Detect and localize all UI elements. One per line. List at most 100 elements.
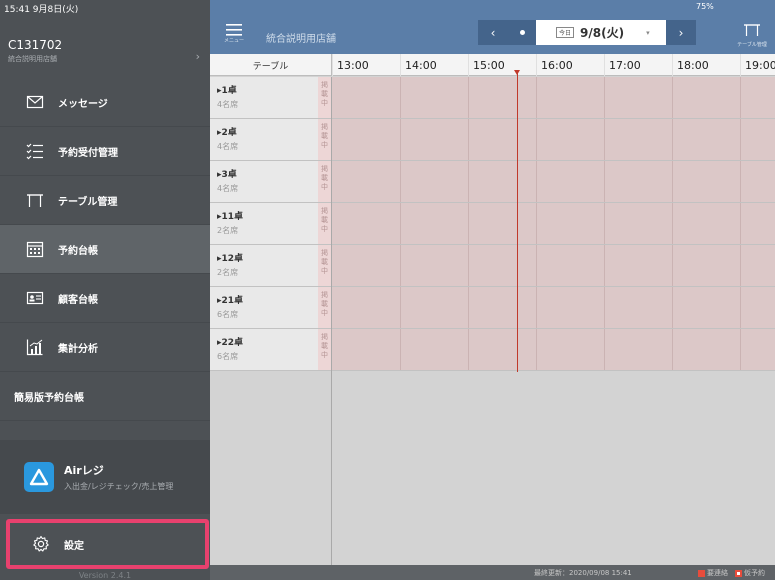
hour-gridline: [468, 245, 469, 286]
menu-caption: メニュー: [223, 38, 244, 44]
hour-gridline: [604, 77, 605, 118]
hour-gridline: [672, 287, 673, 328]
sidebar-item-message[interactable]: メッセージ: [0, 78, 210, 127]
table-row-label[interactable]: ▸3卓 4名席: [210, 161, 318, 202]
settings-button[interactable]: 設定: [6, 519, 209, 569]
hour-gridline: [604, 203, 605, 244]
menu-button[interactable]: メニュー: [222, 24, 246, 50]
sidebar-nav: メッセージ 予約受付管理 テーブル管理 予約台帳 顧客台帳 集計分析 簡易版予約…: [0, 78, 210, 421]
hour-gridline: [740, 161, 741, 202]
legend-label: 要連絡: [707, 569, 728, 577]
timeline-track[interactable]: [332, 287, 775, 328]
status-bar-battery: 75%: [696, 2, 714, 11]
current-time-line: [517, 70, 518, 372]
dot-icon: [519, 30, 525, 35]
table-row-label[interactable]: ▸22卓 6名席: [210, 329, 318, 370]
table-seats: 2名席: [217, 268, 239, 277]
sidebar-item-label: 予約台帳: [58, 245, 98, 257]
timeline-track[interactable]: [332, 203, 775, 244]
legend-label: 仮予約: [744, 569, 765, 577]
hour-gridline: [672, 119, 673, 160]
table-row: ▸21卓 6名席 掲載中: [210, 287, 775, 329]
timeline-track[interactable]: [332, 245, 775, 286]
table-name: ▸21卓: [217, 296, 244, 306]
timeline-track[interactable]: [332, 119, 775, 160]
table-seats: 6名席: [217, 310, 239, 319]
hour-gridline: [400, 245, 401, 286]
hour-gridline: [468, 161, 469, 202]
timeline-track[interactable]: [332, 77, 775, 118]
hour-gridline: [604, 245, 605, 286]
hour-label: 17:00: [604, 54, 672, 76]
hour-gridline: [740, 287, 741, 328]
table-row-label[interactable]: ▸2卓 4名席: [210, 119, 318, 160]
hour-gridline: [536, 77, 537, 118]
sidebar-item-label: 予約受付管理: [58, 147, 118, 159]
hour-gridline: [536, 329, 537, 370]
last-update-text: 最終更新：2020/09/08 15:41: [534, 569, 632, 577]
today-dot-button[interactable]: [508, 20, 536, 45]
hour-gridline: [740, 245, 741, 286]
hour-gridline: [468, 203, 469, 244]
hour-label: 18:00: [672, 54, 740, 76]
hour-gridline: [468, 119, 469, 160]
hamburger-icon: [226, 24, 242, 36]
next-day-button[interactable]: ›: [666, 20, 696, 45]
sidebar-item-simple-ledger[interactable]: 簡易版予約台帳: [0, 372, 210, 421]
hour-label: 15:00: [468, 54, 536, 76]
today-badge: 今日: [556, 27, 575, 38]
sidebar-item-reservation-reception[interactable]: 予約受付管理: [0, 127, 210, 176]
prev-day-button[interactable]: ‹: [478, 20, 508, 45]
sidebar-item-label: 集計分析: [58, 343, 98, 355]
current-date: 9/8(火): [580, 26, 625, 40]
airregi-title: Airレジ: [64, 464, 104, 477]
table-row: ▸22卓 6名席 掲載中: [210, 329, 775, 371]
table-seats: 6名席: [217, 352, 239, 361]
sidebar-item-analytics[interactable]: 集計分析: [0, 323, 210, 372]
table-seats: 4名席: [217, 100, 239, 109]
airregi-link[interactable]: Airレジ 入出金/レジチェック/売上管理: [0, 440, 210, 514]
sidebar-item-customer-ledger[interactable]: 顧客台帳: [0, 274, 210, 323]
timeline-track[interactable]: [332, 161, 775, 202]
table-name: ▸2卓: [217, 128, 237, 138]
hour-gridline: [604, 329, 605, 370]
account-switcher[interactable]: C131702 統合説明用店舗 ›: [0, 18, 210, 68]
table-name: ▸22卓: [217, 338, 244, 348]
listing-status: 掲載中: [318, 161, 332, 202]
table-rows: ▸1卓 4名席 掲載中 ▸2卓 4名席 掲載中 ▸3卓 4名席 掲載中 ▸11卓…: [210, 77, 775, 371]
sidebar-item-reservation-ledger[interactable]: 予約台帳: [0, 225, 210, 274]
table-row-label[interactable]: ▸1卓 4名席: [210, 77, 318, 118]
status-bar-time: 15:41 9月8日(火): [4, 5, 79, 15]
table-seats: 4名席: [217, 142, 239, 151]
hour-gridline: [672, 329, 673, 370]
legend-contact-required: 要連絡: [698, 568, 728, 578]
table-row-label[interactable]: ▸21卓 6名席: [210, 287, 318, 328]
hour-gridline: [672, 77, 673, 118]
account-id: C131702: [8, 38, 63, 52]
header-shop-name: 統合説明用店舗: [266, 34, 336, 45]
table-management-button[interactable]: テーブル管理: [732, 22, 772, 48]
timeline-track[interactable]: [332, 329, 775, 370]
table-row-label[interactable]: ▸11卓 2名席: [210, 203, 318, 244]
table-name: ▸3卓: [217, 170, 237, 180]
hour-gridline: [400, 329, 401, 370]
sidebar-item-table-management[interactable]: テーブル管理: [0, 176, 210, 225]
app-version: Version 2.4.1: [78, 571, 132, 580]
hour-gridline: [400, 287, 401, 328]
hour-gridline: [536, 119, 537, 160]
footer-bar: 最終更新：2020/09/08 15:41 要連絡 仮予約: [210, 565, 775, 580]
hour-gridline: [468, 77, 469, 118]
sidebar-item-label: メッセージ: [58, 98, 108, 110]
listing-status: 掲載中: [318, 287, 332, 328]
top-bar: メニュー 統合説明用店舗 ‹ 今日 9/8(火) ▾ › テーブル管理 75%: [210, 0, 775, 54]
date-picker[interactable]: 今日 9/8(火) ▾: [536, 20, 666, 45]
hour-gridline: [740, 119, 741, 160]
current-time-marker-icon: [514, 70, 520, 75]
table-seats: 2名席: [217, 226, 239, 235]
legend-swatch: [698, 569, 705, 577]
account-shop-name: 統合説明用店舗: [8, 55, 57, 63]
table-row-label[interactable]: ▸12卓 2名席: [210, 245, 318, 286]
customer-card-icon: [26, 289, 44, 307]
hour-gridline: [400, 77, 401, 118]
sidebar-item-label: テーブル管理: [58, 196, 118, 208]
